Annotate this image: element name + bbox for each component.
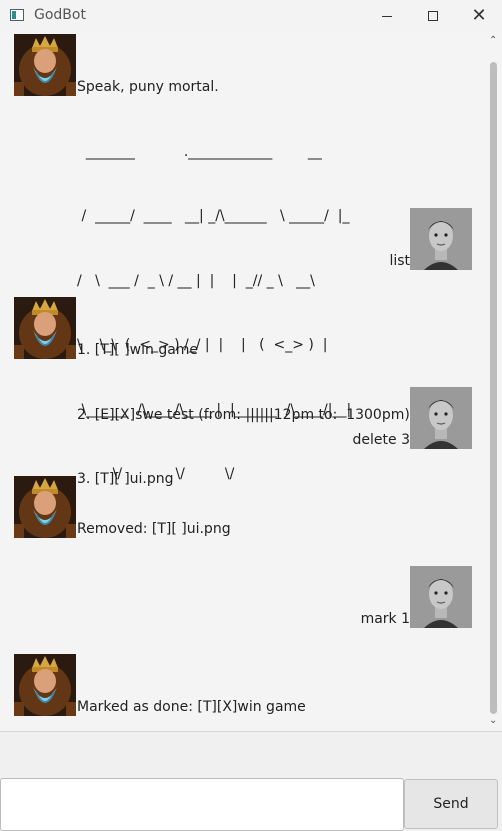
message-line: _______ .____________ __ xyxy=(77,143,322,160)
maximize-button[interactable] xyxy=(410,0,456,32)
god-avatar xyxy=(14,654,76,716)
message-line: list xyxy=(389,253,410,269)
chat-scroll-pane[interactable]: Speak, puny mortal. _______ .___________… xyxy=(0,32,502,732)
bot-message: Removed: [T][ ]ui.png xyxy=(77,476,231,584)
scroll-up-icon[interactable]: ⌃ xyxy=(489,36,497,46)
user-avatar xyxy=(410,566,472,628)
message-input[interactable] xyxy=(0,778,404,831)
vertical-scrollbar[interactable]: ⌃ ⌄ xyxy=(486,32,500,732)
god-avatar xyxy=(14,476,76,538)
message-line: / _____/ ____ __| _/\______ \ _____/ |_ xyxy=(77,208,350,224)
god-avatar xyxy=(14,297,76,359)
title-bar: GodBot ✕ xyxy=(0,0,502,32)
user-avatar xyxy=(410,387,472,449)
send-button[interactable]: Send xyxy=(404,779,498,829)
bot-message: Marked as done: [T][X]win game xyxy=(77,654,306,762)
scrollbar-thumb[interactable] xyxy=(490,62,497,714)
window-title: GodBot xyxy=(34,7,86,23)
maximize-icon xyxy=(428,11,438,21)
message-line: / \ ___ / _ \ / __ | | | _// _ \ __\ xyxy=(77,272,315,289)
message-line: mark 1 xyxy=(360,611,410,627)
minimize-button[interactable] xyxy=(364,0,410,32)
user-message: delete 3 xyxy=(353,387,410,495)
message-line: Removed: [T][ ]ui.png xyxy=(77,521,231,537)
user-avatar xyxy=(410,208,472,270)
message-line: Speak, puny mortal. xyxy=(77,79,219,95)
minimize-icon xyxy=(382,15,392,17)
god-avatar xyxy=(14,34,76,96)
message-line: delete 3 xyxy=(352,432,410,448)
app-icon xyxy=(10,9,24,21)
message-line: 1. [T][ ]win game xyxy=(77,342,199,358)
user-message: mark 1 xyxy=(361,566,410,674)
close-icon: ✕ xyxy=(471,5,487,26)
close-button[interactable]: ✕ xyxy=(456,0,502,32)
scroll-down-icon[interactable]: ⌄ xyxy=(489,716,497,726)
message-line: Marked as done: [T][X]win game xyxy=(77,699,306,715)
